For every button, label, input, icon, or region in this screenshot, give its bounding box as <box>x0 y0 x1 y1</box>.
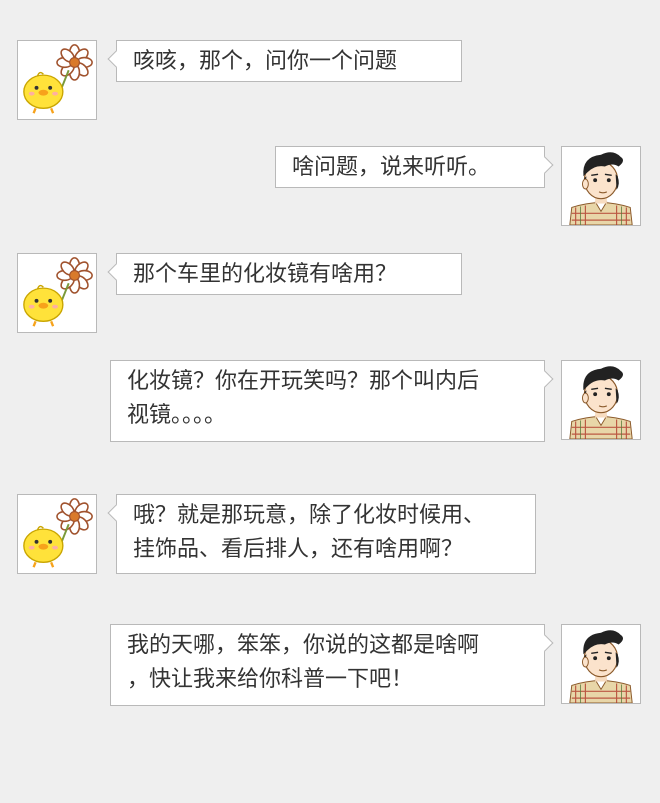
avatar-chick[interactable] <box>17 494 97 574</box>
message-text: 哦？就是那玩意，除了化妆时候用、 <box>133 503 486 528</box>
bubble-tail <box>536 156 554 174</box>
message-text: 视镜。。。。 <box>127 403 227 428</box>
cartoon-boy-icon <box>562 625 640 703</box>
chick-with-flower-icon <box>18 254 96 332</box>
avatar-boy[interactable] <box>561 146 641 226</box>
message-text: 挂饰品、看后排人，还有啥用啊？ <box>133 537 464 562</box>
chick-with-flower-icon <box>18 41 96 119</box>
avatar-chick[interactable] <box>17 253 97 333</box>
cartoon-boy-icon <box>562 361 640 439</box>
avatar-boy[interactable] <box>561 360 641 440</box>
message-text: 化妆镜？你在开玩笑吗？那个叫内后 <box>127 369 480 394</box>
chick-with-flower-icon <box>18 495 96 573</box>
message-bubble: 哦？就是那玩意，除了化妆时候用、 挂饰品、看后排人，还有啥用啊？ <box>107 494 536 574</box>
bubble-tail <box>536 634 554 652</box>
message-text: 那个车里的化妆镜有啥用？ <box>133 262 398 287</box>
bubble-tail <box>107 50 125 68</box>
message-bubble: 那个车里的化妆镜有啥用？ <box>107 253 462 295</box>
message-bubble: 化妆镜？你在开玩笑吗？那个叫内后 视镜。。。。 <box>110 360 554 442</box>
avatar-boy[interactable] <box>561 624 641 704</box>
message-text: 啥问题，说来听听。 <box>292 155 491 180</box>
message-bubble: 我的天哪，笨笨，你说的这都是啥啊 ，快让我来给你科普一下吧！ <box>110 624 554 706</box>
bubble-tail <box>536 370 554 388</box>
message-text: ，快让我来给你科普一下吧！ <box>127 667 414 692</box>
message-bubble: 啥问题，说来听听。 <box>275 146 554 188</box>
message-text: 咳咳，那个，问你一个问题 <box>133 49 398 74</box>
bubble-tail <box>107 504 125 522</box>
message-text: 我的天哪，笨笨，你说的这都是啥啊 <box>127 633 480 658</box>
cartoon-boy-icon <box>562 147 640 225</box>
message-bubble: 咳咳，那个，问你一个问题 <box>107 40 462 82</box>
bubble-tail <box>107 263 125 281</box>
avatar-chick[interactable] <box>17 40 97 120</box>
